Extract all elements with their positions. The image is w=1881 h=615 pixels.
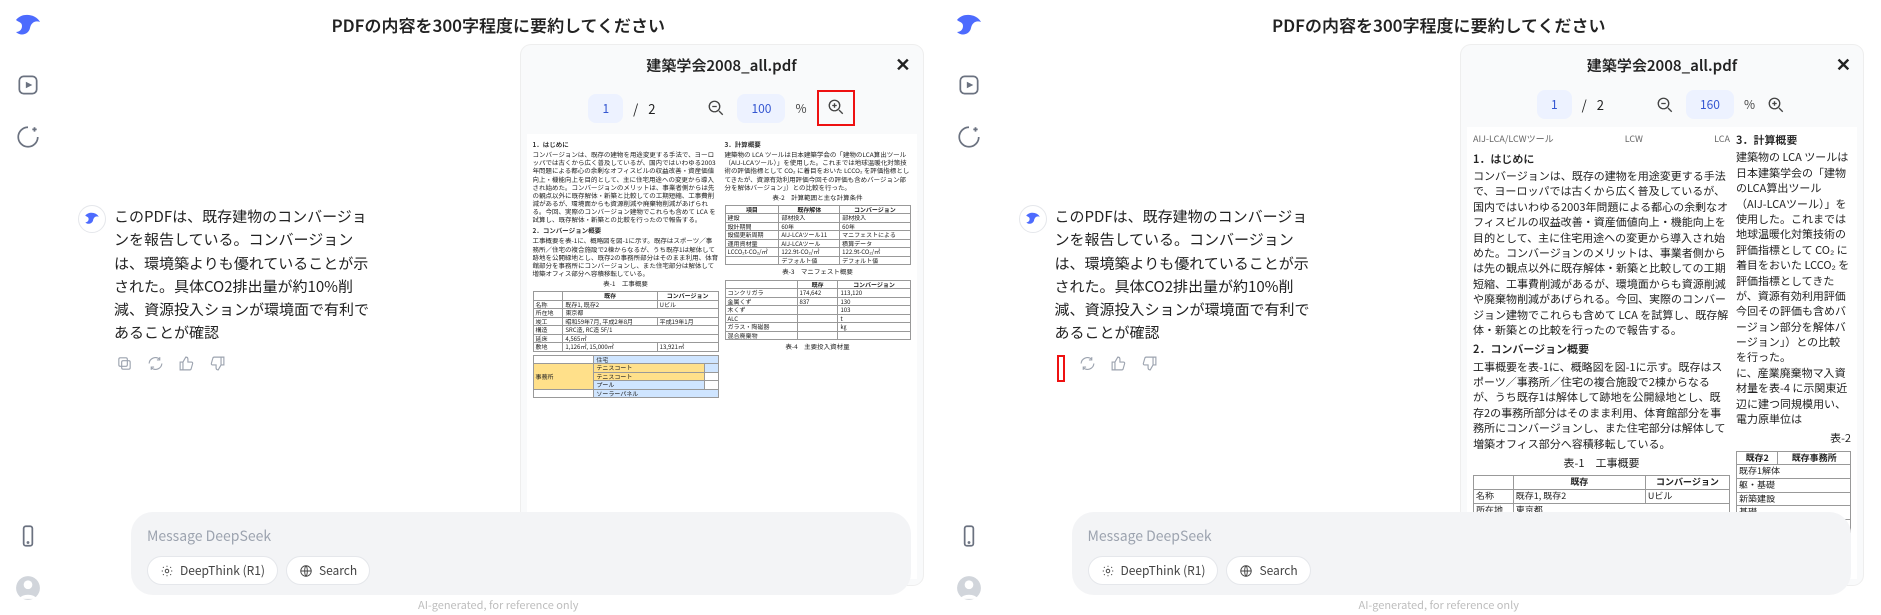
zoom-out-icon[interactable]	[705, 97, 727, 119]
tbl2-caption: 表-2 計算範囲と主な計算条件	[725, 193, 911, 201]
table-3: 既存コンバージョン コンクリガラ174,642113,120 金属くず83713…	[725, 280, 911, 341]
thumbs-down-icon[interactable]	[1141, 355, 1158, 372]
play-icon[interactable]	[956, 72, 982, 98]
pdf-filename: 建築学会2008_all.pdf	[646, 55, 796, 76]
footnote: AI-generated, for reference only	[56, 597, 941, 613]
pdf-toolbar: 1 / 2 160 %	[1461, 86, 1863, 127]
regenerate-icon[interactable]	[147, 355, 164, 372]
mobile-icon[interactable]	[956, 523, 982, 549]
mobile-icon[interactable]	[15, 523, 41, 549]
sidebar	[941, 0, 997, 615]
user-avatar-icon[interactable]	[15, 575, 41, 601]
doc-s1-title: 1．はじめに	[1473, 152, 1730, 167]
fig-ref-a: AIJ-LCA/LCWツール	[1473, 133, 1554, 146]
figure-1: 住宅 事務所テニスコート テニスコート プール ソーラーパネル	[533, 355, 719, 399]
zoom-out-icon[interactable]	[1654, 94, 1676, 116]
deepthink-chip[interactable]: DeepThink (R1)	[147, 556, 278, 585]
assistant-avatar	[1019, 205, 1047, 233]
app-logo[interactable]	[12, 10, 44, 46]
table-2: 項目既存解体コンバージョン 建設部材投入部材投入 設計期間60年60年 設備更新…	[725, 205, 911, 266]
table-1: 既存コンバージョン 名称既存1, 既存2Uビル 所在地東京都 竣工昭和59年7月…	[533, 291, 719, 352]
fig-ref-b: LCW	[1625, 133, 1643, 146]
message-input[interactable]: Message DeepSeek	[147, 526, 895, 546]
tbl2r-caption: 表-2	[1736, 431, 1851, 446]
thumbs-up-icon[interactable]	[1110, 355, 1127, 372]
pct-symbol: %	[795, 100, 806, 117]
tbl3-caption: 表-3 マニフェスト概要	[725, 267, 911, 275]
regenerate-icon[interactable]	[1079, 355, 1096, 372]
tbl4-caption: 表-4 主要投入資材量	[725, 342, 911, 350]
zoom-value[interactable]: 100	[737, 94, 785, 123]
close-icon[interactable]: ✕	[1836, 55, 1851, 73]
pdf-viewer: 建築学会2008_all.pdf ✕ 1 / 2 100 % 1．はじめに コン…	[521, 45, 923, 585]
assistant-text: このPDFは、既存建物のコンバージョンを報告している。コンバージョンは、環境築よ…	[1055, 205, 1315, 345]
deepthink-chip[interactable]: DeepThink (R1)	[1088, 556, 1219, 585]
doc-s3-title: 3．計算概要	[725, 140, 911, 148]
message-input-bar: Message DeepSeek DeepThink (R1) Search	[1072, 512, 1852, 595]
message-input[interactable]: Message DeepSeek	[1088, 526, 1836, 546]
user-avatar-icon[interactable]	[956, 575, 982, 601]
assistant-avatar	[78, 205, 106, 233]
page-sep: /	[1582, 95, 1587, 114]
thumbs-up-icon[interactable]	[178, 355, 195, 372]
sidebar	[0, 0, 56, 615]
zoom-in-icon[interactable]	[825, 96, 847, 118]
doc-s3-title: 3．計算概要	[1736, 133, 1851, 148]
search-chip[interactable]: Search	[1226, 556, 1310, 585]
doc-s3-body: 建築物の LCA ツールは日本建築学会の「建物のLCA算出ツール（AIJ-LCA…	[1736, 150, 1851, 365]
app-logo[interactable]	[953, 10, 985, 46]
page-current[interactable]: 1	[1537, 90, 1572, 119]
pdf-viewer: 建築学会2008_all.pdf ✕ 1 / 2 160 % AIJ-LCA/L…	[1461, 45, 1863, 585]
prompt-title: PDFの内容を300字程度に要約してください	[56, 0, 941, 45]
thumbs-down-icon[interactable]	[209, 355, 226, 372]
page-current[interactable]: 1	[588, 94, 623, 123]
page-total: 2	[1597, 95, 1604, 114]
assistant-text: このPDFは、既存建物のコンバージョンを報告している。コンバージョンは、環境築よ…	[114, 205, 374, 345]
fig-ref-c: LCA	[1714, 133, 1730, 146]
tbl1-caption: 表-1 工事概要	[533, 279, 719, 287]
pdf-filename: 建築学会2008_all.pdf	[1587, 55, 1737, 76]
pdf-toolbar: 1 / 2 100 %	[521, 86, 923, 134]
pct-symbol: %	[1744, 96, 1755, 113]
copy-icon[interactable]	[116, 355, 133, 372]
zoom-value[interactable]: 160	[1686, 90, 1734, 119]
footnote: AI-generated, for reference only	[997, 597, 1881, 613]
doc-s1-body: コンバージョンは、既存の建物を用途変更する手法で、ヨーロッパでは古くから広く普及…	[533, 150, 719, 223]
doc-s3-body: 建築物の LCA ツールは日本建築学会の「建物のLCA算出ツール（AIJ-LCA…	[725, 150, 911, 191]
search-chip[interactable]: Search	[286, 556, 370, 585]
copy-highlight	[1057, 355, 1065, 382]
close-icon[interactable]: ✕	[895, 55, 910, 73]
doc-s2-title: 2．コンバージョン概要	[1473, 342, 1730, 357]
page-sep: /	[633, 99, 638, 118]
tbl2r-note: に、産業廃棄物マ入資材量を表-4 に示関東近辺に建つ同規模用い、電力原単位は	[1736, 366, 1851, 428]
play-icon[interactable]	[15, 72, 41, 98]
tbl1-caption: 表-1 工事概要	[1473, 456, 1730, 471]
doc-s2-body: 工事概要を表-1に、概略図を図-1に示す。既存はスポーツ／事務所／住宅の複合施設…	[1473, 360, 1730, 452]
doc-s2-body: 工事概要を表-1に、概略図を図-1に示す。既存はスポーツ／事務所／住宅の複合施設…	[533, 236, 719, 277]
page-total: 2	[648, 99, 655, 118]
new-chat-icon[interactable]	[956, 124, 982, 150]
prompt-title: PDFの内容を300字程度に要約してください	[997, 0, 1881, 45]
doc-s1-title: 1．はじめに	[533, 140, 719, 148]
message-input-bar: Message DeepSeek DeepThink (R1) Search	[131, 512, 911, 595]
doc-s2-title: 2．コンバージョン概要	[533, 226, 719, 234]
new-chat-icon[interactable]	[15, 124, 41, 150]
zoom-in-highlight	[817, 90, 855, 126]
doc-s1-body: コンバージョンは、既存の建物を用途変更する手法で、ヨーロッパでは古くから広く普及…	[1473, 169, 1730, 338]
zoom-in-icon[interactable]	[1765, 94, 1787, 116]
